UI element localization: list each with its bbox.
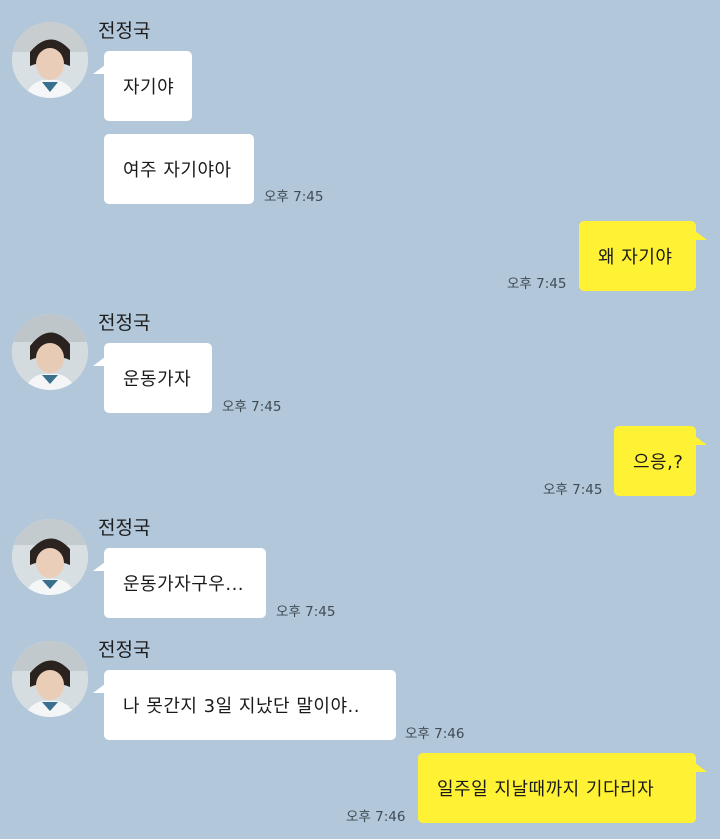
message-text: 나 못간지 3일 지났단 말이야.. <box>123 696 360 717</box>
bubble-tail <box>93 357 105 366</box>
sender-name: 전정국 <box>98 312 151 334</box>
sender-avatar[interactable] <box>12 641 88 717</box>
message-bubble[interactable]: 여주 자기야아 <box>104 134 254 204</box>
message-text: 왜 자기야 <box>598 247 673 268</box>
bubble-tail <box>93 684 105 693</box>
message-text: 으응,? <box>633 452 684 473</box>
message-time: 오후 7:45 <box>507 276 567 292</box>
bubble-tail <box>695 763 707 772</box>
bubble-tail <box>695 231 707 240</box>
sender-avatar[interactable] <box>12 519 88 595</box>
sender-name: 전정국 <box>98 517 151 539</box>
message-text: 여주 자기야아 <box>123 160 232 181</box>
message-time: 오후 7:45 <box>543 482 603 498</box>
message-time: 오후 7:45 <box>264 189 324 205</box>
message-text: 일주일 지날때까지 기다리자 <box>437 779 655 800</box>
bubble-tail <box>695 436 707 445</box>
message-bubble[interactable]: 나 못간지 3일 지났단 말이야.. <box>93 670 396 740</box>
sender-name: 전정국 <box>98 639 151 661</box>
message-time: 오후 7:45 <box>276 604 336 620</box>
message-bubble[interactable]: 으응,? <box>614 426 707 496</box>
sender-name: 전정국 <box>98 20 151 42</box>
message-bubble[interactable]: 운동가자 <box>93 343 212 413</box>
message-text: 운동가자 <box>123 369 192 390</box>
message-text: 운동가자구우... <box>123 574 245 595</box>
message-bubble[interactable]: 왜 자기야 <box>579 221 707 291</box>
bubble-tail <box>93 562 105 571</box>
bubble-tail <box>93 65 105 74</box>
sender-avatar[interactable] <box>12 22 88 98</box>
message-bubble[interactable]: 운동가자구우... <box>93 548 266 618</box>
message-time: 오후 7:46 <box>405 726 465 742</box>
message-bubble[interactable]: 일주일 지날때까지 기다리자 <box>418 753 707 823</box>
message-bubble[interactable]: 자기야 <box>93 51 192 121</box>
message-text: 자기야 <box>123 77 175 98</box>
sender-avatar[interactable] <box>12 314 88 390</box>
message-time: 오후 7:45 <box>222 399 282 415</box>
message-time: 오후 7:46 <box>346 809 406 825</box>
